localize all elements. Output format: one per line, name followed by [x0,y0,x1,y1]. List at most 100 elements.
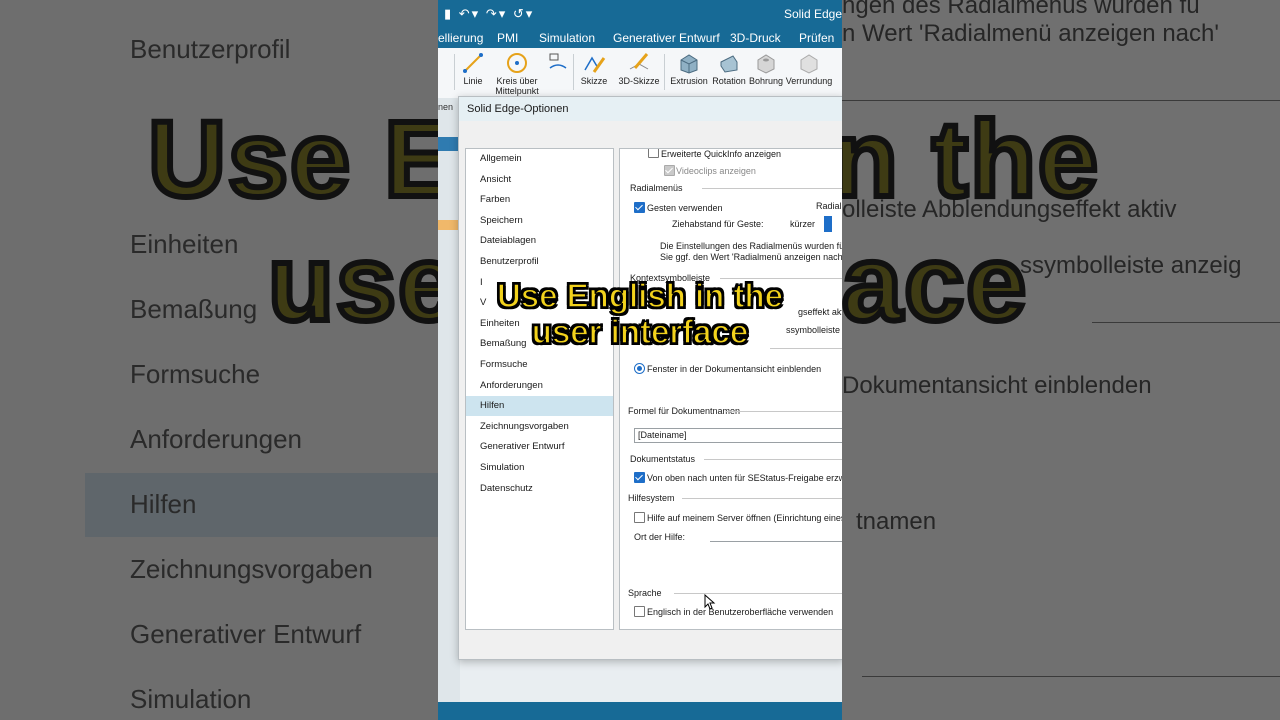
gesten-checkbox[interactable] [634,202,645,213]
3d-sketch-button[interactable]: 3D-Skizze [618,52,660,86]
fenster-radio[interactable] [634,363,645,374]
caption-line-2: user interface [531,313,749,351]
quickinfo-label: Erweiterte QuickInfo anzeigen [661,149,782,159]
videoclips-checkbox[interactable] [664,165,675,176]
circle-icon [507,53,527,73]
bg-item: Zeichnungsvorgaben [130,554,373,584]
bg-item: Formsuche [130,359,261,389]
sketch-label: Skizze [580,76,608,86]
fillet-button[interactable]: Verrundung [784,52,834,86]
rotation-button[interactable]: Rotation [710,52,748,86]
left-panel-marker [438,220,460,230]
background-right: ngen des Radialmenüs wurden fü n Wert 'R… [842,0,1280,720]
bg-big-caption: use [265,219,438,346]
bg-big-caption: ace [842,219,1029,346]
hole-label: Bohrung [748,76,784,86]
bg-fragment: tnamen [856,508,937,535]
draw-tools-button[interactable] [546,52,568,76]
status-label: Von oben nach unten für SEStatus-Freigab… [647,473,842,483]
line-icon [463,53,483,73]
status-checkbox[interactable] [634,472,645,483]
category-item[interactable]: Speichern [466,211,613,231]
category-item[interactable]: Farben [466,190,613,210]
sprache-section-title: Sprache [628,588,662,598]
bg-item: Simulation [130,684,252,714]
bg-fragment: ngen des Radialmenüs wurden fü [842,0,1200,19]
bg-item: Einheiten [130,229,239,259]
left-panel-strip: nen [438,98,460,720]
category-item[interactable]: Generativer Entwurf [466,437,613,457]
hilfe-server-checkbox[interactable] [634,512,645,523]
3d-sketch-icon [629,53,649,70]
formel-input[interactable]: [Dateiname] [634,428,842,443]
hole-button[interactable]: Bohrung [748,52,784,86]
category-item[interactable]: Allgemein [466,149,613,169]
settings-panel: Erweiterte QuickInfo anzeigen Videoclips… [619,148,842,630]
bg-divider [862,676,1280,677]
category-item[interactable]: Ansicht [466,170,613,190]
category-item[interactable]: Benutzerprofil [466,252,613,272]
caption-line-1: Use English in the [496,277,784,315]
bg-big-caption: n the [842,95,1101,222]
sketch-button[interactable]: Skizze [578,52,610,86]
section-divider [674,593,842,594]
hilfe-section-title: Hilfesystem [628,493,675,503]
bg-fragment: ssymbolleiste anzeig [1020,252,1242,279]
tab-pruefen[interactable]: Prüfen [799,31,834,45]
radial-note-1: Die Einstellungen des Radialmenüs wurden… [660,241,842,251]
rectangle-arc-icon [549,53,567,69]
hole-icon [757,54,775,74]
extrusion-icon [680,54,698,74]
quickinfo-checkbox[interactable] [648,149,659,158]
extrusion-label: Extrusion [670,76,708,86]
radial-section-title: Radialmenüs [630,183,683,193]
bg-big-caption: Use E [145,95,438,222]
fenster-label: Fenster in der Dokumentansicht einblende… [647,364,822,374]
repeat-icon[interactable]: ↺▾ [513,6,534,21]
bg-item: Generativer Entwurf [130,619,362,649]
bg-fragment: n Wert 'Radialmenü anzeigen nach' [842,20,1219,47]
quick-access-icons: ▮ ↶▾ ↷▾ ↺▾ [444,6,534,22]
circle-label: Kreis über Mittelpunkt [495,76,539,96]
line-label: Linie [463,76,483,86]
tab-3d-druck[interactable]: 3D-Druck [730,31,781,45]
category-item-selected[interactable]: Hilfen [466,396,613,417]
category-item[interactable]: Dateiablagen [466,231,613,251]
category-item[interactable]: Formsuche [466,355,613,375]
video-caption: Use English in the user interface [440,277,840,351]
category-item[interactable]: Anforderungen [466,376,613,396]
ribbon-separator [454,54,455,90]
app-title: Solid Edge [783,7,842,21]
bg-item: Hilfen [130,489,197,519]
rotation-icon [720,55,738,73]
ort-label: Ort der Hilfe: [634,532,686,542]
ribbon: Linie Kreis über Mittelpunkt Skizze 3D-S… [438,48,842,99]
redo-icon[interactable]: ↷▾ [486,6,507,21]
extrusion-button[interactable]: Extrusion [670,52,708,86]
hilfe-server-label: Hilfe auf meinem Server öffnen (Einricht… [647,513,842,523]
tab-simulation[interactable]: Simulation [539,31,595,45]
undo-icon[interactable]: ↶▾ [459,6,480,21]
bg-item: Benutzerprofil [130,34,291,64]
tab-modellierung[interactable]: ellierung [438,31,483,45]
category-item[interactable]: Simulation [466,458,613,478]
ort-input[interactable] [710,541,842,542]
app-icon[interactable]: ▮ [444,6,453,21]
circle-button[interactable]: Kreis über Mittelpunkt [494,52,540,96]
kuerzer-label: kürzer [790,219,816,229]
line-button[interactable]: Linie [460,52,486,86]
app-screen: ▮ ↶▾ ↷▾ ↺▾ Solid Edge ellierung PMI Simu… [438,0,842,720]
englisch-label: Englisch in der Benutzeroberfläche verwe… [647,607,834,617]
category-item[interactable]: Datenschutz [466,479,613,499]
tab-generativer-entwurf[interactable]: Generativer Entwurf [613,31,720,45]
category-item[interactable]: Zeichnungsvorgaben [466,417,613,437]
englisch-checkbox[interactable] [634,606,645,617]
bg-divider [1092,322,1280,323]
tab-pmi[interactable]: PMI [497,31,518,45]
radial-right-label: Radial [816,201,842,211]
ribbon-separator [664,54,665,90]
ribbon-tabs: ellierung PMI Simulation Generativer Ent… [438,28,842,48]
title-bar: ▮ ↶▾ ↷▾ ↺▾ Solid Edge [438,0,842,28]
rotation-label: Rotation [712,76,746,86]
ziehabstand-slider[interactable] [824,216,832,232]
